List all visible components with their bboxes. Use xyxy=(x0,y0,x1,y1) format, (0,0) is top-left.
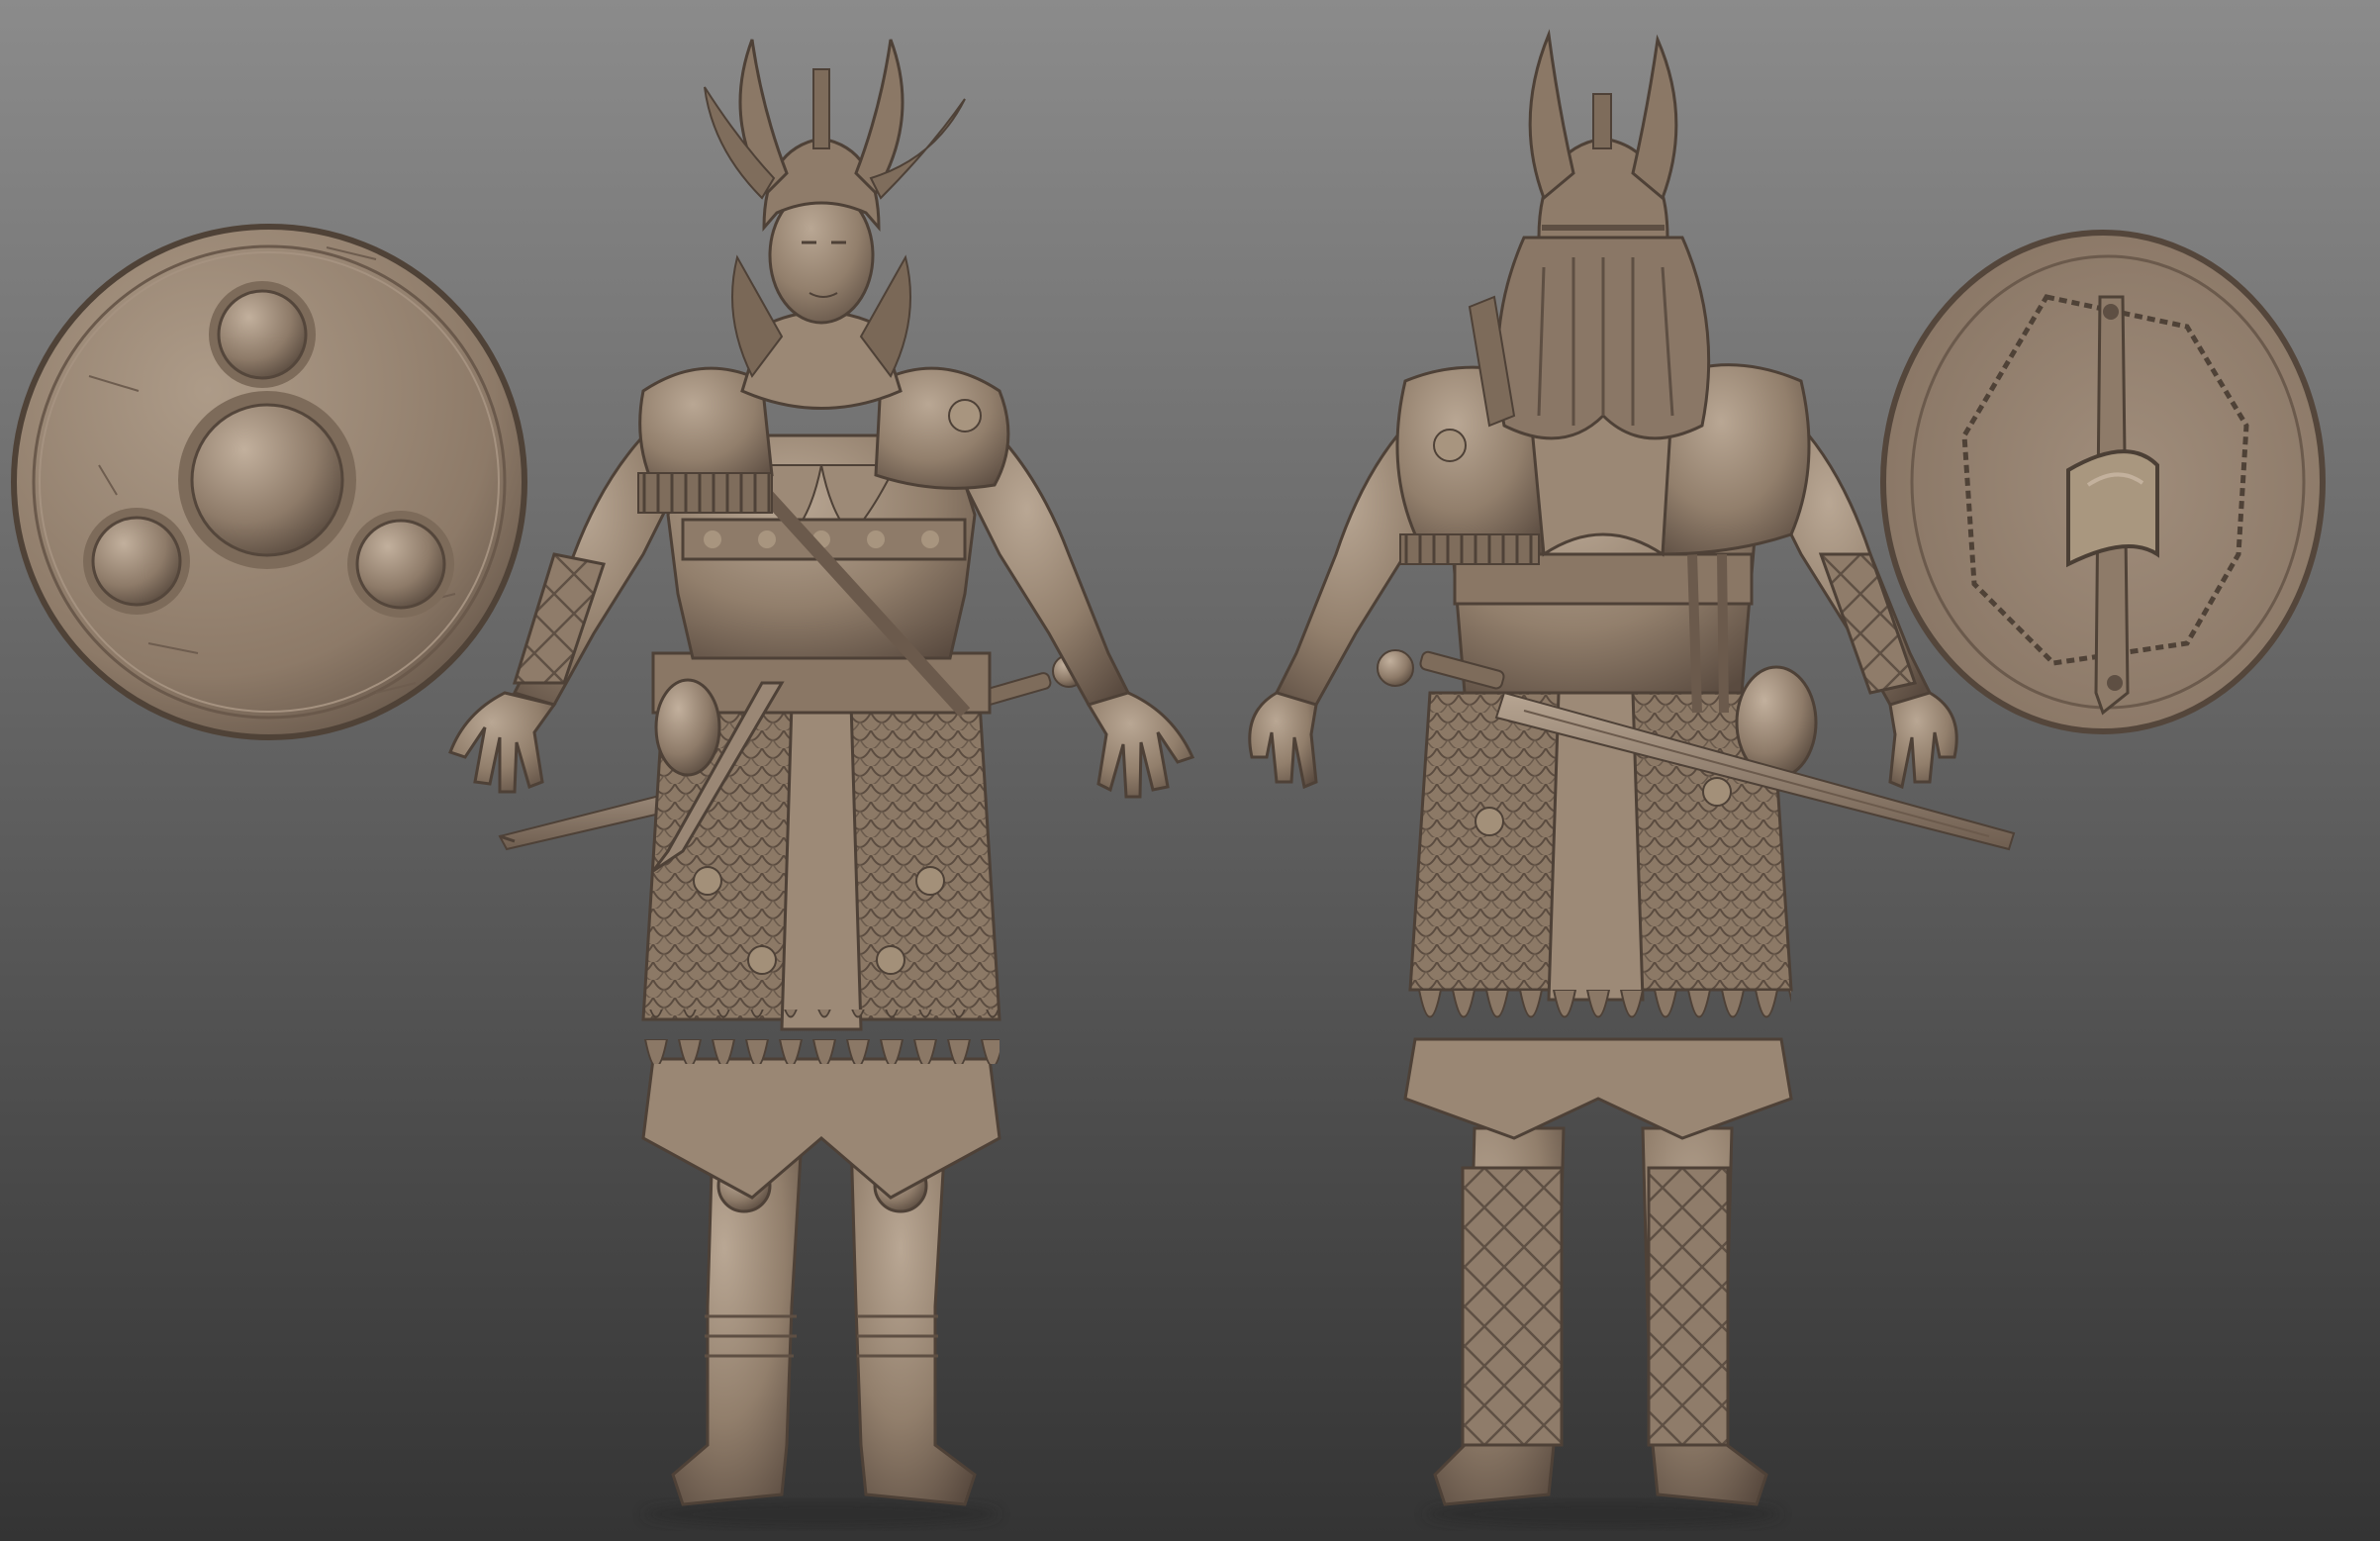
shield-boss-center xyxy=(178,391,356,569)
sculpt-render-viewport xyxy=(0,0,2380,1541)
shield-back xyxy=(1880,230,2326,734)
sculpt-render-canvas xyxy=(0,0,2380,1541)
background-gradient xyxy=(0,0,2380,1541)
shield-boss-right xyxy=(347,511,454,618)
shield-boss-left xyxy=(83,508,190,615)
shield-boss-top xyxy=(209,281,316,388)
shield-front xyxy=(11,224,527,740)
